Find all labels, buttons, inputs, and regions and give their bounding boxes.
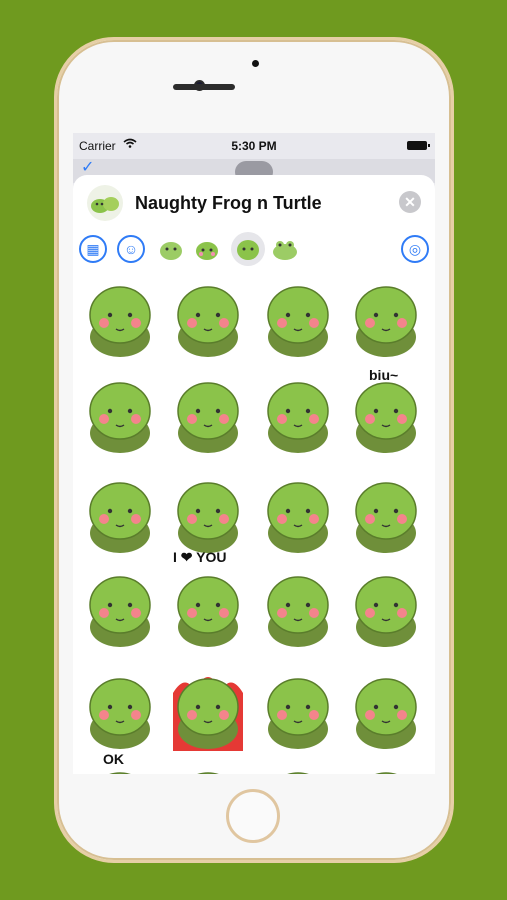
sheet-title: Naughty Frog n Turtle bbox=[135, 193, 322, 213]
tab-frog-pack-3[interactable] bbox=[271, 235, 299, 263]
sticker-16[interactable] bbox=[343, 561, 429, 653]
clock: 5:30 PM bbox=[231, 139, 277, 153]
sticker-14[interactable] bbox=[165, 561, 251, 653]
sticker-1[interactable] bbox=[77, 271, 163, 363]
sticker-18[interactable] bbox=[165, 663, 251, 755]
status-bar: Carrier 5:30 PM bbox=[73, 133, 435, 159]
sticker-sheet: Naughty Frog n Turtle ✕ ▦ ☺ ◎ biu~ I ❤ Y… bbox=[73, 175, 435, 774]
sticker-13[interactable] bbox=[77, 561, 163, 653]
smiley-icon[interactable]: ☺ bbox=[117, 235, 145, 263]
tab-turtle-pack[interactable] bbox=[231, 232, 265, 266]
recent-grid-icon[interactable]: ▦ bbox=[79, 235, 107, 263]
sticker-caption: biu~ bbox=[369, 367, 399, 383]
sticker-scan-icon[interactable]: ◎ bbox=[401, 235, 429, 263]
sticker-24[interactable] bbox=[343, 757, 429, 774]
battery-icon bbox=[407, 141, 430, 150]
sticker-caption: OK bbox=[103, 751, 124, 767]
sticker-7[interactable] bbox=[255, 367, 341, 459]
tab-frog-pack-1[interactable] bbox=[157, 235, 185, 263]
sticker-17[interactable] bbox=[77, 663, 163, 755]
sticker-23[interactable] bbox=[255, 757, 341, 774]
sticker-10[interactable] bbox=[165, 467, 251, 559]
close-button[interactable]: ✕ bbox=[399, 191, 421, 213]
sticker-2[interactable] bbox=[165, 271, 251, 363]
sticker-15[interactable] bbox=[255, 561, 341, 653]
sticker-6[interactable] bbox=[165, 367, 251, 459]
checkmark-icon: ✓ bbox=[81, 159, 95, 176]
sticker-19[interactable] bbox=[255, 663, 341, 755]
sticker-4[interactable] bbox=[343, 271, 429, 363]
app-icon bbox=[87, 185, 123, 221]
phone-screen: Carrier 5:30 PM ✓ Naughty Frog n Turtle … bbox=[73, 133, 435, 774]
sticker-20[interactable] bbox=[343, 663, 429, 755]
tab-frog-pack-2[interactable] bbox=[193, 235, 221, 263]
sticker-pack-tabs: ▦ ☺ ◎ bbox=[73, 229, 435, 269]
sticker-5[interactable] bbox=[77, 367, 163, 459]
sticker-22[interactable] bbox=[165, 757, 251, 774]
home-button[interactable] bbox=[226, 789, 280, 843]
front-sensor bbox=[252, 60, 259, 67]
sticker-grid: biu~ I ❤ YOU OK bbox=[73, 271, 435, 774]
earpiece-speaker bbox=[173, 84, 235, 90]
sticker-11[interactable] bbox=[255, 467, 341, 559]
sticker-12[interactable] bbox=[343, 467, 429, 559]
sticker-3[interactable] bbox=[255, 271, 341, 363]
sticker-caption: I ❤ YOU bbox=[173, 549, 227, 565]
sticker-9[interactable] bbox=[77, 467, 163, 559]
